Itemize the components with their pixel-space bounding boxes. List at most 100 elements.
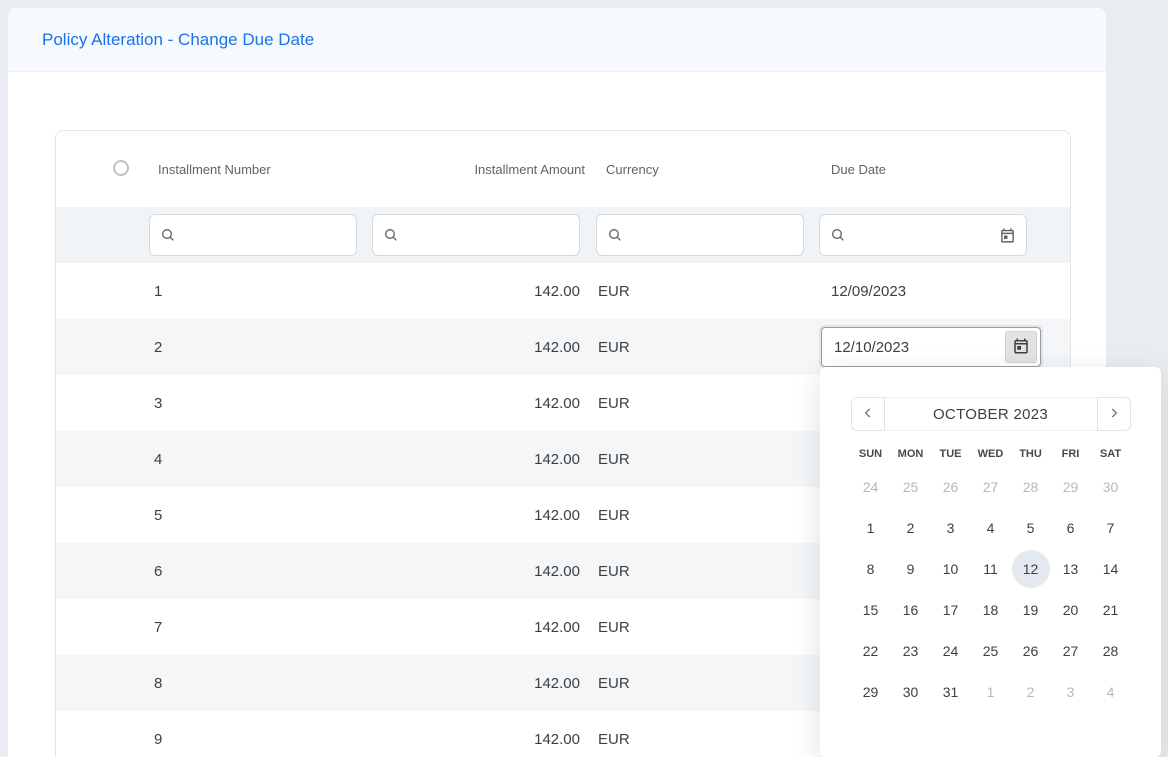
installment-amount-cell: 142.00 bbox=[372, 451, 596, 468]
table-header-row: Installment Number Installment Amount Cu… bbox=[56, 131, 1070, 207]
calendar-day[interactable]: 17 bbox=[931, 589, 971, 630]
calendar-month-title: OCTOBER 2023 bbox=[885, 397, 1097, 431]
installment-number-cell: 1 bbox=[149, 283, 372, 300]
calendar-day[interactable]: 2 bbox=[891, 507, 931, 548]
column-header-installment-number: Installment Number bbox=[149, 162, 372, 177]
calendar-day[interactable]: 9 bbox=[891, 548, 931, 589]
calendar-day[interactable]: 3 bbox=[931, 507, 971, 548]
calendar-day[interactable]: 7 bbox=[1091, 507, 1131, 548]
calendar-icon bbox=[1012, 337, 1030, 358]
column-header-due-date: Due Date bbox=[819, 162, 1070, 177]
filter-installment-amount[interactable] bbox=[372, 214, 580, 256]
calendar-day[interactable]: 6 bbox=[1051, 507, 1091, 548]
currency-cell: EUR bbox=[596, 451, 819, 468]
search-icon bbox=[383, 227, 399, 243]
installment-amount-cell: 142.00 bbox=[372, 395, 596, 412]
search-icon bbox=[830, 227, 846, 243]
filter-due-date[interactable] bbox=[819, 214, 1027, 256]
calendar-day[interactable]: 1 bbox=[971, 671, 1011, 712]
installment-number-filter-input[interactable] bbox=[184, 227, 346, 243]
calendar-day-selected[interactable]: 12 bbox=[1012, 550, 1050, 588]
installment-number-cell: 8 bbox=[149, 675, 372, 692]
calendar-day[interactable]: 14 bbox=[1091, 548, 1131, 589]
installment-amount-cell: 142.00 bbox=[372, 507, 596, 524]
calendar-day[interactable]: 19 bbox=[1011, 589, 1051, 630]
date-picker-popup: OCTOBER 2023 SUNMONTUEWEDTHUFRISAT 24252… bbox=[820, 367, 1161, 757]
calendar-day[interactable]: 31 bbox=[931, 671, 971, 712]
page-title: Policy Alteration - Change Due Date bbox=[42, 30, 314, 50]
table-row: 1142.00EUR12/09/2023 bbox=[56, 263, 1070, 319]
calendar-day[interactable]: 27 bbox=[1051, 630, 1091, 671]
calendar-day[interactable]: 2 bbox=[1011, 671, 1051, 712]
calendar-day[interactable]: 24 bbox=[931, 630, 971, 671]
due-date-editor-value[interactable]: 12/10/2023 bbox=[822, 339, 1005, 356]
calendar-day[interactable]: 20 bbox=[1051, 589, 1091, 630]
calendar-day[interactable]: 13 bbox=[1051, 548, 1091, 589]
calendar-icon[interactable] bbox=[999, 227, 1016, 244]
calendar-day[interactable]: 25 bbox=[891, 466, 931, 507]
installment-amount-cell: 142.00 bbox=[372, 619, 596, 636]
calendar-day[interactable]: 15 bbox=[851, 589, 891, 630]
calendar-day[interactable]: 5 bbox=[1011, 507, 1051, 548]
calendar-day[interactable]: 18 bbox=[971, 589, 1011, 630]
calendar-day[interactable]: 22 bbox=[851, 630, 891, 671]
installment-number-cell: 6 bbox=[149, 563, 372, 580]
calendar-grid: 2425262728293012345678910111213141516171… bbox=[851, 466, 1131, 712]
currency-cell: EUR bbox=[596, 283, 819, 300]
chevron-right-icon bbox=[1107, 406, 1121, 423]
calendar-day[interactable]: 30 bbox=[1091, 466, 1131, 507]
calendar-day[interactable]: 28 bbox=[1011, 466, 1051, 507]
due-date-editor[interactable]: 12/10/2023 bbox=[821, 327, 1041, 367]
filter-installment-number[interactable] bbox=[149, 214, 357, 256]
calendar-weekday-label: FRI bbox=[1051, 448, 1091, 460]
calendar-day[interactable]: 10 bbox=[931, 548, 971, 589]
calendar-weekday-row: SUNMONTUEWEDTHUFRISAT bbox=[851, 448, 1131, 460]
previous-month-button[interactable] bbox=[851, 397, 885, 431]
installment-number-cell: 2 bbox=[149, 339, 372, 356]
search-icon bbox=[607, 227, 623, 243]
calendar-day[interactable]: 3 bbox=[1051, 671, 1091, 712]
calendar-day[interactable]: 25 bbox=[971, 630, 1011, 671]
installment-number-cell: 7 bbox=[149, 619, 372, 636]
currency-cell: EUR bbox=[596, 731, 819, 748]
filter-currency[interactable] bbox=[596, 214, 804, 256]
chevron-left-icon bbox=[861, 406, 875, 423]
calendar-day[interactable]: 29 bbox=[1051, 466, 1091, 507]
currency-cell: EUR bbox=[596, 675, 819, 692]
calendar-weekday-label: WED bbox=[971, 448, 1011, 460]
calendar-day[interactable]: 29 bbox=[851, 671, 891, 712]
currency-cell: EUR bbox=[596, 339, 819, 356]
installment-amount-filter-input[interactable] bbox=[407, 227, 569, 243]
calendar-day[interactable]: 11 bbox=[971, 548, 1011, 589]
calendar-day[interactable]: 26 bbox=[1011, 630, 1051, 671]
installment-amount-cell: 142.00 bbox=[372, 283, 596, 300]
calendar-weekday-label: THU bbox=[1011, 448, 1051, 460]
currency-cell: EUR bbox=[596, 619, 819, 636]
calendar-day[interactable]: 1 bbox=[851, 507, 891, 548]
installment-number-cell: 4 bbox=[149, 451, 372, 468]
calendar-day[interactable]: 4 bbox=[1091, 671, 1131, 712]
calendar-day[interactable]: 8 bbox=[851, 548, 891, 589]
filter-row bbox=[56, 207, 1070, 263]
calendar-day[interactable]: 30 bbox=[891, 671, 931, 712]
column-header-installment-amount: Installment Amount bbox=[372, 162, 596, 177]
calendar-weekday-label: SUN bbox=[851, 448, 891, 460]
column-header-currency: Currency bbox=[596, 162, 819, 177]
select-all-checkbox[interactable] bbox=[113, 160, 129, 176]
calendar-day[interactable]: 24 bbox=[851, 466, 891, 507]
installment-amount-cell: 142.00 bbox=[372, 339, 596, 356]
calendar-day[interactable]: 27 bbox=[971, 466, 1011, 507]
calendar-day[interactable]: 21 bbox=[1091, 589, 1131, 630]
due-date-filter-input[interactable] bbox=[854, 227, 999, 243]
calendar-day[interactable]: 28 bbox=[1091, 630, 1131, 671]
currency-filter-input[interactable] bbox=[631, 227, 793, 243]
calendar-day[interactable]: 4 bbox=[971, 507, 1011, 548]
date-editor-calendar-button[interactable] bbox=[1005, 331, 1037, 363]
installment-number-cell: 3 bbox=[149, 395, 372, 412]
due-date-cell: 12/10/2023 bbox=[819, 327, 1070, 367]
next-month-button[interactable] bbox=[1097, 397, 1131, 431]
calendar-day[interactable]: 26 bbox=[931, 466, 971, 507]
calendar-day[interactable]: 16 bbox=[891, 589, 931, 630]
calendar-day[interactable]: 23 bbox=[891, 630, 931, 671]
search-icon bbox=[160, 227, 176, 243]
